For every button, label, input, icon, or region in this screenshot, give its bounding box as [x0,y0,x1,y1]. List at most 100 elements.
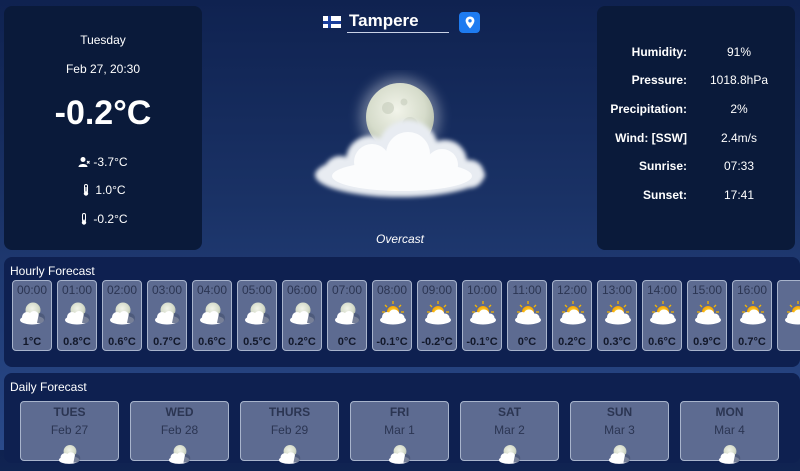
moon-cloud-icon [56,442,84,466]
hour-time: 05:00 [238,283,276,297]
thermometer-low-icon [78,213,90,225]
wind-label: Wind: [SSW] [615,131,687,145]
day-card: WED Feb 28 [130,401,229,461]
day-name: SAT [461,405,558,419]
hour-card: 03:000.7°C [147,280,187,351]
day-name: THURS [241,405,338,419]
hour-time: 04:00 [193,283,231,297]
hour-time: 09:00 [418,283,456,297]
city-input[interactable] [347,11,449,33]
day-card: SUN Mar 3 [570,401,669,461]
hour-temp: 0°C [508,336,546,348]
hour-card: 01:00 0.8°C [57,280,97,351]
moon-cloud-icon [606,442,634,466]
current-temperature: -0.2°C [4,94,202,133]
hour-icon-slot [602,299,634,327]
hour-card: 02:000.6°C [102,280,142,351]
feels-like-icon [78,156,90,168]
temp-high-row: 1.0°C [4,183,202,197]
moon-cloud-icon [287,299,319,327]
hour-time: 08:00 [373,283,411,297]
hour-icon-slot [287,299,319,327]
day-date: Mar 3 [571,423,668,437]
sun-cloud-icon [422,299,454,327]
precipitation-label: Precipitation: [610,102,687,116]
hour-time: 11:00 [508,283,546,297]
daily-forecast-title: Daily Forecast [10,380,87,394]
hour-card: 11:00 0°C [507,280,547,351]
hour-time: 12:00 [553,283,591,297]
hour-icon-slot [377,299,409,327]
feels-like-value: -3.7°C [93,155,127,169]
hour-time: 00:00 [13,283,51,297]
day-name: MON [681,405,778,419]
feels-like-row: -3.7°C [4,155,202,169]
moon-cloud-icon [300,70,500,210]
current-weather-panel: Tuesday Feb 27, 20:30 -0.2°C -3.7°C 1.0°… [4,6,202,250]
sunset-value: 17:41 [709,188,769,202]
hour-temp: 0.5°C [238,336,276,348]
hour-card: 12:00 0.2°C [552,280,592,351]
hour-temp: -0.1°C [373,336,411,348]
moon-cloud-icon [166,442,194,466]
hour-icon-slot [242,299,274,327]
hourly-forecast-section[interactable]: Hourly Forecast 00:00 1°C 01:00 0.8°C 02:000… [4,257,800,367]
day-name: TUES [21,405,118,419]
hour-time: 15:00 [688,283,726,297]
hour-card: 09:00-0.2°C [417,280,457,351]
day-icon-slot [496,442,524,462]
hour-temp: 0.8°C [58,336,96,348]
hour-icon-slot [332,299,364,327]
day-name: SUN [571,405,668,419]
sunrise-value: 07:33 [709,159,769,173]
day-card: FRIMar 1 [350,401,449,461]
hour-icon-slot [17,299,49,327]
pressure-label: Pressure: [632,73,687,87]
hour-card: 13:000.3°C [597,280,637,351]
moon-cloud-icon [276,442,304,466]
day-name: WED [131,405,228,419]
hour-time: 01:00 [58,283,96,297]
hour-card: 10:00-0.1°C [462,280,502,351]
hour-card: 16:000.7°C [732,280,772,351]
moon-cloud-icon [496,442,524,466]
day-card: THURSFeb 29 [240,401,339,461]
sun-cloud-icon [512,299,544,327]
day-icon-slot [386,442,414,462]
moon-cloud-icon [107,299,139,327]
hour-time: 10:00 [463,283,501,297]
moon-cloud-icon [716,442,744,466]
day-card: SATMar 2 [460,401,559,461]
moon-cloud-icon [332,299,364,327]
current-datetime: Feb 27, 20:30 [4,62,202,76]
hour-temp: 1°C [13,336,51,348]
moon-cloud-icon [197,299,229,327]
hourly-forecast-title: Hourly Forecast [10,264,95,278]
locate-button[interactable] [459,12,480,33]
location-pin-icon [465,16,475,29]
hour-card: 07:000°C [327,280,367,351]
condition-text: Overcast [205,232,595,246]
day-name: FRI [351,405,448,419]
hour-card [777,280,800,351]
moon-cloud-icon [152,299,184,327]
moon-cloud-icon [17,299,49,327]
hour-icon-slot [512,299,544,327]
center-area: Overcast [205,0,595,250]
hour-temp: 0.3°C [598,336,636,348]
moon-cloud-icon [386,442,414,466]
current-day: Tuesday [4,33,202,47]
hourly-list: 00:00 1°C 01:00 0.8°C 02:000.6°C03:000.7°C 04… [12,280,800,351]
hour-icon-slot [737,299,769,327]
hour-icon-slot [782,299,800,327]
sun-cloud-icon [602,299,634,327]
sun-cloud-icon [692,299,724,327]
hour-icon-slot [152,299,184,327]
sun-cloud-icon [737,299,769,327]
day-icon-slot [276,442,304,462]
day-icon-slot [716,442,744,462]
hour-temp: 0.2°C [553,336,591,348]
hour-time: 03:00 [148,283,186,297]
hour-icon-slot [422,299,454,327]
day-date: Feb 28 [131,423,228,437]
